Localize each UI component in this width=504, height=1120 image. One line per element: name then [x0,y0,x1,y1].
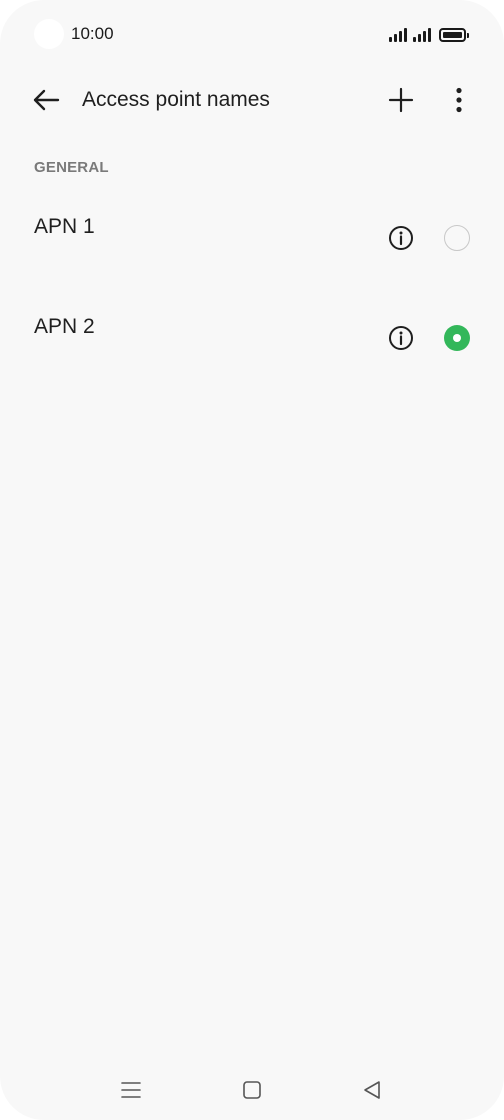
plus-icon [388,87,414,113]
status-icons [389,25,469,42]
apn-name: APN 2 [34,315,95,338]
section-header-general: GENERAL [34,159,109,176]
recent-apps-button[interactable] [115,1074,147,1106]
status-time: 10:00 [71,24,114,43]
radio-selected-dot [453,334,461,342]
apn-row-2[interactable]: APN 2 [0,296,504,386]
more-options-button[interactable] [438,79,480,121]
page-title: Access point names [82,88,270,111]
battery-icon [439,28,469,42]
more-vertical-icon [456,87,462,113]
home-square-icon [243,1081,261,1099]
apn-row-1[interactable]: APN 1 [0,196,504,286]
system-back-button[interactable] [356,1074,388,1106]
signal-icon [413,27,431,42]
apn-name: APN 1 [34,215,95,238]
status-bar: 10:00 [0,0,504,68]
signal-icon [389,27,407,42]
home-button[interactable] [236,1074,268,1106]
info-icon [389,326,413,350]
back-triangle-icon [364,1081,380,1099]
arrow-left-icon [33,89,60,111]
camera-cutout [34,19,64,49]
back-button[interactable] [26,80,66,120]
apn-info-button[interactable] [386,323,416,353]
screen: 10:00 Access point names GENERAL APN 1 A… [0,0,504,1120]
apn-info-button[interactable] [386,223,416,253]
apn-radio-button[interactable] [444,225,470,251]
add-apn-button[interactable] [380,79,422,121]
menu-icon [121,1082,141,1098]
app-bar: Access point names [0,70,504,130]
info-icon [389,226,413,250]
apn-radio-button-selected[interactable] [444,325,470,351]
system-nav-bar [0,1066,504,1112]
